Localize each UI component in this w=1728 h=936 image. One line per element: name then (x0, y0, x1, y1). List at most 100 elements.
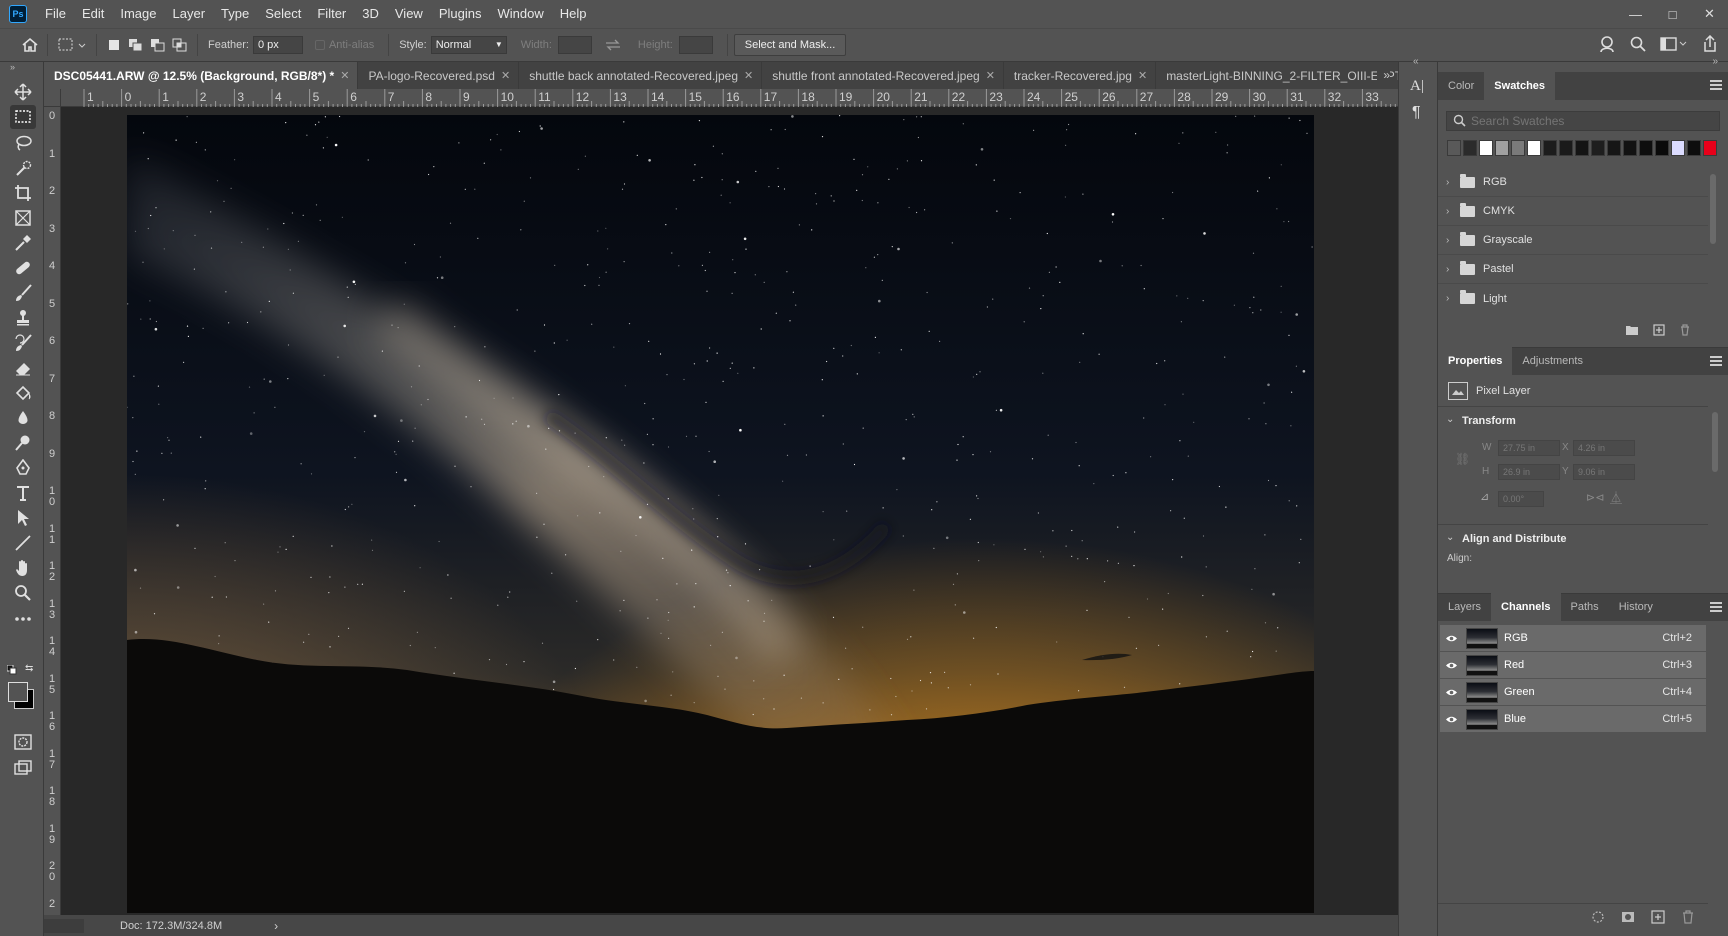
properties-menu-icon[interactable] (1710, 356, 1722, 366)
swatch-chip[interactable] (1463, 140, 1477, 156)
tab-swatches[interactable]: Swatches (1484, 72, 1556, 100)
swatch-group-rgb[interactable]: › RGB (1438, 168, 1708, 197)
doc-tab[interactable]: PA-logo-Recovered.psd ✕ (358, 62, 520, 89)
swatch-chip[interactable] (1687, 140, 1701, 156)
menu-filter[interactable]: Filter (309, 0, 354, 28)
doc-tab[interactable]: shuttle back annotated-Recovered.jpeg ✕ (519, 62, 763, 89)
swatches-menu-icon[interactable] (1710, 80, 1722, 90)
load-channel-selection-icon[interactable] (1591, 910, 1605, 924)
quick-mask-button[interactable] (10, 730, 36, 754)
marquee-preset-picker[interactable] (54, 34, 90, 56)
search-icon[interactable] (1630, 36, 1646, 52)
swatch-group-cmyk[interactable]: › CMYK (1438, 197, 1708, 226)
clone-stamp-tool[interactable] (10, 306, 36, 330)
move-tool[interactable] (10, 80, 36, 104)
select-and-mask-button[interactable]: Select and Mask... (733, 34, 847, 56)
tab-adjustments[interactable]: Adjustments (1512, 347, 1593, 375)
canvas-area[interactable] (61, 107, 1398, 915)
new-channel-icon[interactable] (1651, 910, 1665, 924)
visibility-eye-icon[interactable] (1440, 661, 1462, 670)
antialias-checkbox[interactable] (314, 40, 325, 50)
lasso-tool[interactable] (10, 131, 36, 155)
flip-horizontal-icon[interactable]: ⊳⊲ (1586, 491, 1604, 504)
menu-view[interactable]: View (387, 0, 431, 28)
tab-properties[interactable]: Properties (1438, 347, 1513, 375)
y-field[interactable]: 9.06 in (1573, 464, 1635, 480)
screen-mode-button[interactable] (10, 756, 36, 780)
visibility-eye-icon[interactable] (1440, 715, 1462, 724)
eraser-tool[interactable] (10, 356, 36, 380)
channel-row-rgb[interactable]: RGB Ctrl+2 (1440, 625, 1706, 652)
flip-vertical-icon[interactable]: ⏅ (1610, 489, 1622, 506)
minimize-button[interactable]: — (1617, 0, 1654, 28)
intersect-selection-button[interactable] (169, 34, 191, 56)
maximize-button[interactable]: □ (1654, 0, 1691, 28)
menu-plugins[interactable]: Plugins (431, 0, 490, 28)
close-tab-icon[interactable]: ✕ (340, 69, 349, 82)
zoom-level-field[interactable] (44, 918, 84, 933)
subtract-selection-button[interactable] (147, 34, 169, 56)
feather-input[interactable]: 0 px (252, 36, 303, 54)
quick-selection-tool[interactable] (10, 156, 36, 180)
doc-tab[interactable]: tracker-Recovered.jpg ✕ (1003, 62, 1157, 89)
dodge-tool[interactable] (10, 431, 36, 455)
style-select[interactable]: Normal ▼ (430, 36, 507, 54)
share-export-icon[interactable] (1702, 35, 1718, 53)
swatches-search[interactable] (1446, 111, 1720, 131)
chevron-down-icon[interactable]: ⌄ (1446, 414, 1454, 425)
swatch-chip[interactable] (1495, 140, 1509, 156)
workspace-switcher-icon[interactable] (1660, 36, 1688, 52)
history-brush-tool[interactable] (10, 331, 36, 355)
swatch-group-light[interactable]: › Light (1438, 284, 1708, 313)
pen-tool[interactable] (10, 456, 36, 480)
ruler-origin[interactable] (44, 89, 61, 107)
character-panel-icon[interactable]: A| (1410, 78, 1424, 95)
width-field[interactable]: 27.75 in (1498, 440, 1560, 456)
menu-type[interactable]: Type (213, 0, 257, 28)
swatch-chip[interactable] (1559, 140, 1573, 156)
add-selection-button[interactable] (125, 34, 147, 56)
collapse-panels-icon[interactable]: » (1712, 56, 1718, 67)
channel-row-blue[interactable]: Blue Ctrl+5 (1440, 706, 1706, 733)
visibility-eye-icon[interactable] (1440, 634, 1462, 643)
trash-icon[interactable] (1679, 324, 1691, 336)
frame-tool[interactable] (10, 206, 36, 230)
doc-tab-active[interactable]: DSC05441.ARW @ 12.5% (Background, RGB/8*… (44, 62, 359, 89)
swap-colors-icon[interactable]: ⇆ (25, 663, 33, 674)
tab-history[interactable]: History (1609, 593, 1663, 621)
new-selection-button[interactable] (103, 34, 125, 56)
share-user-icon[interactable] (1598, 35, 1616, 53)
close-window-button[interactable]: ✕ (1691, 0, 1728, 28)
height-input[interactable] (678, 36, 713, 54)
channel-row-green[interactable]: Green Ctrl+4 (1440, 679, 1706, 706)
swatch-chip[interactable] (1447, 140, 1461, 156)
close-tab-icon[interactable]: ✕ (986, 69, 995, 82)
angle-field[interactable]: 0.00° (1498, 491, 1544, 507)
swatch-chip[interactable] (1543, 140, 1557, 156)
swap-width-height-button[interactable] (602, 34, 624, 56)
swatch-chip[interactable] (1575, 140, 1589, 156)
menu-image[interactable]: Image (112, 0, 164, 28)
swatch-chip[interactable] (1479, 140, 1493, 156)
doc-tab[interactable]: shuttle front annotated-Recovered.jpeg ✕ (762, 62, 1004, 89)
edit-toolbar-button[interactable] (10, 607, 36, 631)
swatch-chip[interactable] (1655, 140, 1669, 156)
path-selection-tool[interactable] (10, 506, 36, 530)
paint-bucket-tool[interactable] (10, 381, 36, 405)
visibility-eye-icon[interactable] (1440, 688, 1462, 697)
width-input[interactable] (557, 36, 592, 54)
swatch-chip[interactable] (1671, 140, 1685, 156)
swatch-group-pastel[interactable]: › Pastel (1438, 255, 1708, 284)
tab-channels[interactable]: Channels (1491, 593, 1561, 621)
close-tab-icon[interactable]: ✕ (501, 69, 510, 82)
tab-color[interactable]: Color (1438, 72, 1484, 100)
paragraph-panel-icon[interactable]: ¶ (1412, 104, 1421, 122)
swatch-chip[interactable] (1703, 140, 1717, 156)
new-group-folder-icon[interactable] (1625, 324, 1639, 336)
link-proportions-icon[interactable]: ⛓ (1455, 452, 1470, 466)
collapse-icons-icon[interactable]: « (1413, 56, 1419, 67)
hand-tool[interactable] (10, 556, 36, 580)
swatches-scrollbar[interactable] (1710, 174, 1716, 244)
search-swatches-input[interactable] (1471, 114, 1701, 128)
menu-file[interactable]: File (37, 0, 74, 28)
